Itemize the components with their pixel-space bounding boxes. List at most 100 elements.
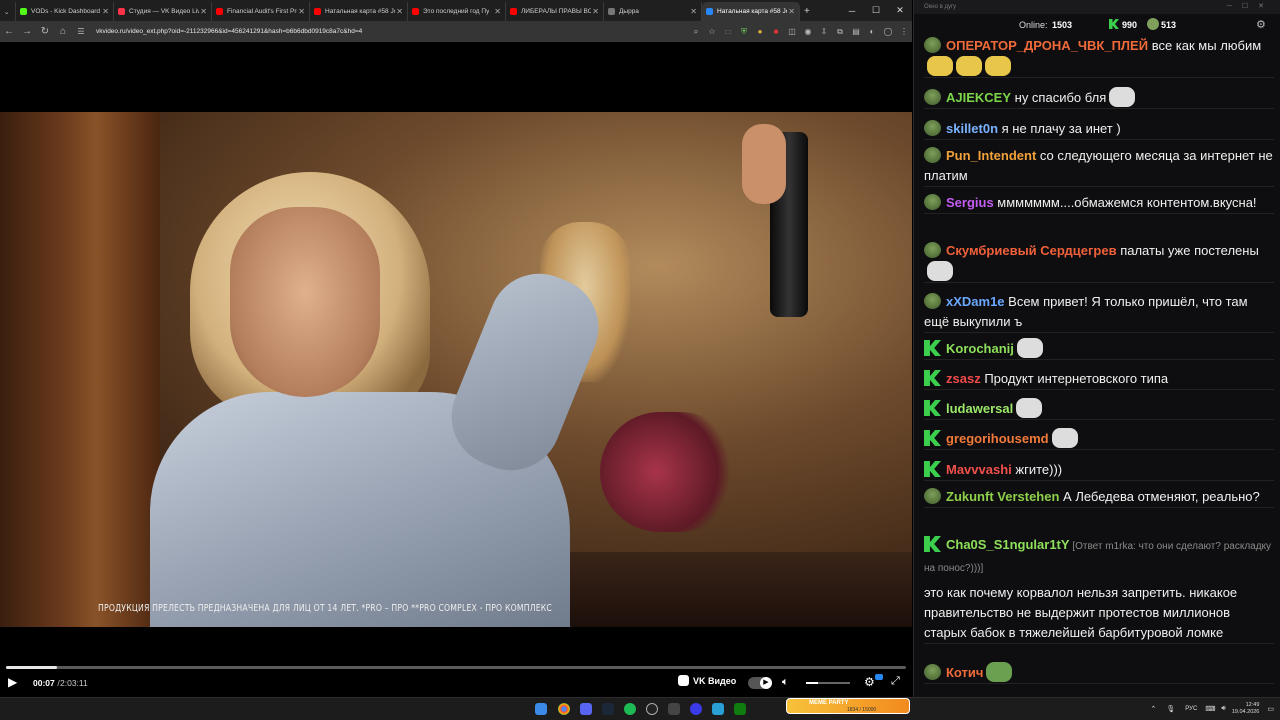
close-window-icon[interactable]: ✕: [888, 5, 912, 16]
split-view-icon[interactable]: ▤: [848, 27, 864, 36]
start-icon[interactable]: [535, 703, 547, 715]
pepe-badge-icon: [924, 194, 941, 210]
chat-message-text: палаты уже постелены: [1116, 243, 1259, 258]
chat-window-controls[interactable]: ─☐✕: [1227, 2, 1274, 10]
chat-username[interactable]: Cha0S_S1ngular1tY: [946, 537, 1070, 552]
vk-video-logo[interactable]: VK Видео: [678, 675, 736, 686]
fullscreen-icon[interactable]: ⤢: [891, 675, 900, 688]
speaker-icon[interactable]: 🔊︎: [1221, 705, 1225, 713]
chat-username[interactable]: zsasz: [946, 371, 981, 386]
vk-icon: [706, 8, 713, 15]
tab-kick-dashboard[interactable]: VODs - Kick Dashboard ✕: [16, 2, 114, 21]
minimize-icon[interactable]: ─: [840, 6, 864, 16]
zoom-icon[interactable]: ⌕: [688, 27, 704, 37]
discord-icon[interactable]: [580, 703, 592, 715]
chrome-icon[interactable]: [558, 703, 570, 715]
tab-natal-chart[interactable]: Натальная карта #58 Jo ✕: [310, 2, 408, 21]
steam-icon[interactable]: [602, 703, 614, 715]
bookmark-star-icon[interactable]: ☆: [704, 27, 720, 36]
close-icon[interactable]: ✕: [788, 7, 795, 16]
tab-liberals[interactable]: ЛИБЕРАЛЫ ПРАВЫ ВО ✕: [506, 2, 604, 21]
new-tab-button[interactable]: +: [800, 2, 818, 21]
close-icon[interactable]: ✕: [200, 7, 207, 16]
clock[interactable]: 12:49 19.04.2026: [1232, 702, 1260, 716]
obs-icon[interactable]: [646, 703, 658, 715]
maximize-icon[interactable]: ☐: [864, 5, 888, 16]
chat-username[interactable]: Котич: [946, 665, 983, 680]
tab-last-year[interactable]: Это последний год Пу ✕: [408, 2, 506, 21]
tab-vk-studio[interactable]: Студия — VK Видео Live ✕: [114, 2, 212, 21]
seek-bar[interactable]: [6, 666, 906, 669]
pepe-badge-icon: [924, 664, 941, 680]
volume-icon[interactable]: 🔈︎: [782, 676, 789, 689]
mic-icon[interactable]: 🎙︎: [1166, 705, 1175, 713]
chat-username[interactable]: Korochanij: [946, 341, 1014, 356]
chat-username[interactable]: Sergius: [946, 195, 994, 210]
chat-message: zsasz Продукт интернетовского типа: [924, 369, 1274, 390]
profile-icon[interactable]: ◐: [864, 27, 880, 36]
emote-icon: [956, 56, 982, 76]
volume-slider[interactable]: [806, 682, 850, 684]
close-icon[interactable]: ✕: [690, 7, 697, 16]
tab-dyrra[interactable]: Дырра ✕: [604, 2, 702, 21]
meme-party-widget[interactable]: MEME PARTY 1834 / 15000: [786, 698, 910, 714]
back-icon[interactable]: ←: [0, 26, 18, 37]
extension-icon[interactable]: ●: [752, 27, 768, 36]
menu-dots-icon[interactable]: ⋮: [896, 27, 912, 36]
chat-username[interactable]: ludawersal: [946, 401, 1013, 416]
chat-message: AJIEKCEY ну спасибо бля: [924, 87, 1274, 109]
chat-username[interactable]: gregorihousemd: [946, 431, 1049, 446]
network-icon[interactable]: ⌨: [1205, 705, 1215, 713]
url-field[interactable]: vkvideo.ru/video_ext.php?oid=-211232966&…: [96, 28, 688, 35]
excel-icon[interactable]: [734, 703, 746, 715]
play-icon[interactable]: ▶: [8, 675, 17, 689]
forward-icon[interactable]: →: [18, 26, 36, 37]
account-icon[interactable]: ◯: [880, 27, 896, 36]
chat-username[interactable]: Zukunft Verstehen: [946, 489, 1059, 504]
chat-username[interactable]: skillet0n: [946, 121, 998, 136]
chat-username[interactable]: Pun_Intendent: [946, 148, 1036, 163]
extension-icon[interactable]: ⛨: [736, 27, 752, 37]
close-icon[interactable]: ✕: [494, 7, 501, 16]
spotify-icon[interactable]: [624, 703, 636, 715]
chat-username[interactable]: Скумбриевый Сердцегрев: [946, 243, 1117, 258]
address-bar-row: ← → ↻ ⌂ ☰ vkvideo.ru/video_ext.php?oid=-…: [0, 21, 912, 42]
settings-gear-icon[interactable]: ⚙: [864, 675, 875, 689]
extension-icon[interactable]: ◫: [784, 27, 800, 36]
telegram-icon[interactable]: [712, 703, 724, 715]
close-icon[interactable]: ✕: [298, 7, 305, 16]
app-icon[interactable]: [668, 703, 680, 715]
hd-badge: [875, 674, 883, 680]
chat-message: xXDam1e Всем привет! Я только пришёл, чт…: [924, 292, 1274, 333]
chat-message-text: все как мы любим: [1148, 38, 1262, 53]
chat-username[interactable]: xXDam1e: [946, 294, 1005, 309]
chat-username[interactable]: ОПЕРАТОР_ДРОНА_ЧВК_ПЛЕЙ: [946, 38, 1148, 53]
extension-icon[interactable]: ■: [768, 27, 784, 36]
tab-natal-chart-vk[interactable]: Натальная карта #58 Jo ✕: [702, 2, 800, 21]
chat-settings-gear-icon[interactable]: ⚙: [1256, 18, 1266, 31]
extension-icon[interactable]: ▭: [720, 27, 736, 36]
emote-icon: [927, 56, 953, 76]
site-info-icon[interactable]: ☰: [72, 27, 90, 36]
media-player-icon[interactable]: [690, 703, 702, 715]
chat-username[interactable]: Mavvvashi: [946, 462, 1012, 477]
reload-icon[interactable]: ↻: [36, 26, 54, 37]
autoplay-toggle[interactable]: ▶: [748, 677, 772, 689]
tab-financial-audit[interactable]: Financial Audit's First Pro ✕: [212, 2, 310, 21]
extensions-puzzle-icon[interactable]: ⧉: [832, 27, 848, 37]
notification-icon[interactable]: ▭: [1267, 705, 1274, 713]
tab-list-button[interactable]: ⌄: [0, 2, 16, 21]
tray-chevron-icon[interactable]: ⌃: [1151, 705, 1157, 713]
chat-username[interactable]: AJIEKCEY: [946, 90, 1011, 105]
emote-icon: [985, 56, 1011, 76]
language-indicator[interactable]: РУС: [1185, 706, 1197, 712]
close-icon[interactable]: ✕: [102, 7, 109, 16]
table-shape: [560, 552, 912, 627]
download-icon[interactable]: ⇩: [816, 27, 832, 36]
close-icon[interactable]: ✕: [592, 7, 599, 16]
video-player[interactable]: ПРОДУКЦИЯ ПРЕЛЕСТЬ ПРЕДНАЗНАЧЕНА ДЛЯ ЛИЦ…: [0, 42, 912, 697]
tab-strip: ⌄ VODs - Kick Dashboard ✕ Студия — VK Вид…: [0, 0, 912, 21]
close-icon[interactable]: ✕: [396, 7, 403, 16]
home-icon[interactable]: ⌂: [54, 26, 72, 37]
extension-icon[interactable]: ◉: [800, 27, 816, 36]
